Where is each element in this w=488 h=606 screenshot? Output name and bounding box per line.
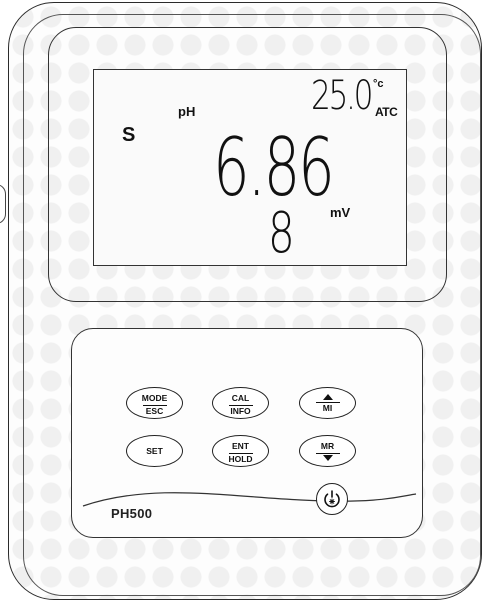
esc-label: ESC xyxy=(145,405,164,416)
cal-info-button[interactable]: CAL INFO xyxy=(212,387,269,419)
stability-indicator: S xyxy=(122,124,136,146)
mode-label: MODE xyxy=(141,393,168,403)
mv-readout: 8 xyxy=(268,201,295,266)
mr-label: MR xyxy=(320,441,335,451)
hold-label: HOLD xyxy=(228,453,253,464)
power-icon xyxy=(324,490,340,508)
atc-indicator: ATC xyxy=(375,105,398,119)
ph-unit-label: pH xyxy=(178,104,196,119)
key-divider xyxy=(315,452,340,454)
cal-label: CAL xyxy=(231,393,250,403)
temperature-unit: °c xyxy=(373,78,384,90)
ph-readout: 6.86 xyxy=(213,121,335,214)
info-label: INFO xyxy=(230,405,251,416)
ph-meter-device: 25.0 °c ATC pH S 6.86 8 mV MODE ESC CAL … xyxy=(0,0,488,606)
mode-esc-button[interactable]: MODE ESC xyxy=(126,387,183,419)
ent-label: ENT xyxy=(232,441,249,451)
arrow-down-icon xyxy=(322,454,333,461)
power-button[interactable] xyxy=(316,483,348,515)
model-label: PH500 xyxy=(111,506,153,521)
set-button[interactable]: SET xyxy=(126,435,183,467)
side-connector xyxy=(0,184,6,224)
set-label: SET xyxy=(146,446,163,456)
mi-label: MI xyxy=(322,403,333,413)
mr-down-button[interactable]: MR xyxy=(299,435,356,467)
up-mi-button[interactable]: MI xyxy=(299,387,356,419)
arrow-up-icon xyxy=(322,394,333,400)
mv-unit-label: mV xyxy=(330,205,351,220)
temperature-readout: 25.0 xyxy=(311,73,373,119)
ent-hold-button[interactable]: ENT HOLD xyxy=(212,435,269,467)
